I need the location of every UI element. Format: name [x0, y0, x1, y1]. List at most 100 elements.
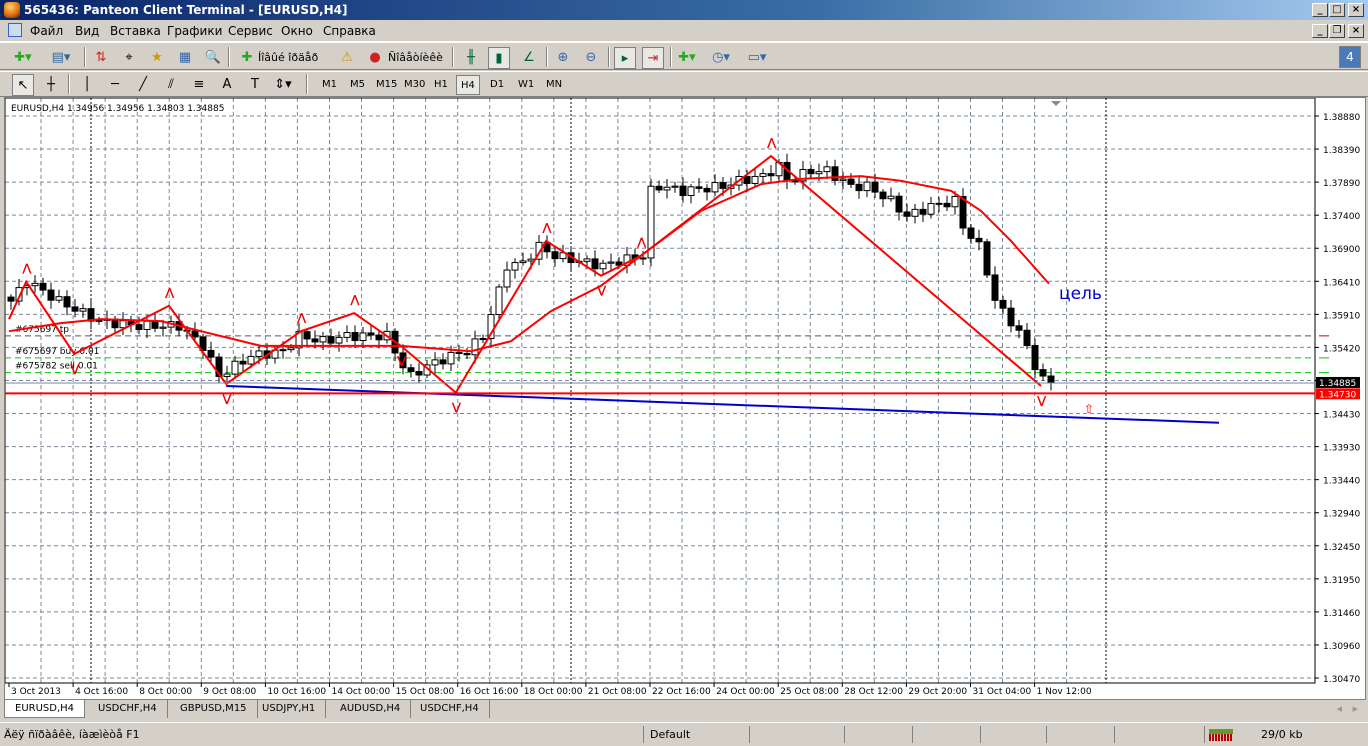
trendline-icon[interactable]: ╱	[132, 74, 154, 96]
timeframe-d1[interactable]: D1	[486, 75, 508, 95]
chart-tab[interactable]: USDJPY,H1	[252, 700, 327, 718]
notifications-badge[interactable]: 4	[1339, 46, 1361, 68]
navigator-icon[interactable]: ★	[146, 47, 168, 69]
arrows-icon[interactable]: ⇕▾	[272, 74, 294, 96]
close-button[interactable]: ×	[1348, 3, 1364, 17]
strategy-tester-icon[interactable]: 🔍	[202, 47, 224, 69]
zoom-out-icon[interactable]: ⊖	[580, 47, 602, 69]
timeframe-m1[interactable]: M1	[318, 75, 341, 95]
status-bar: Äëÿ ñïðàâêè, íàæìèòå F1 Default 29/0 kb	[0, 722, 1368, 744]
timeframe-m30[interactable]: M30	[400, 75, 429, 95]
time-label: 4 Oct 16:00	[75, 687, 128, 697]
experts-icon[interactable]: ●	[364, 47, 386, 69]
price-label: 1.33930	[1323, 444, 1360, 454]
child-close-button[interactable]: ×	[1348, 24, 1364, 38]
text-icon[interactable]: A	[216, 74, 238, 96]
menu-view[interactable]: Вид	[75, 24, 99, 38]
candle-body	[751, 175, 759, 184]
price-label: 1.36900	[1323, 245, 1360, 255]
candle-body	[655, 185, 663, 191]
autoscroll-icon[interactable]: ▸	[614, 47, 636, 69]
price-chart[interactable]: 1.38880 1.38390 1.37890 1.37400 1.36900 1.364…	[5, 98, 1367, 701]
vertical-line-icon[interactable]: │	[76, 74, 98, 96]
text-label-icon[interactable]: T	[244, 74, 266, 96]
chart-shift-icon[interactable]: ⇥	[642, 47, 664, 69]
warning-icon[interactable]: ⚠	[336, 47, 358, 69]
timeframe-h1[interactable]: H1	[430, 75, 452, 95]
market-watch-icon[interactable]: ⇅	[90, 47, 112, 69]
candlestick-icon[interactable]: ▮	[488, 47, 510, 69]
templates-icon[interactable]: ▭▾	[746, 47, 768, 69]
new-order-button[interactable]: Íîâûé îðäåð	[258, 47, 318, 69]
candle-body	[7, 296, 15, 302]
terminal-icon[interactable]: ▦	[174, 47, 196, 69]
chart-tab[interactable]: AUDUSD,H4	[330, 700, 412, 718]
child-minimize-button[interactable]: _	[1312, 24, 1328, 38]
periods-icon[interactable]: ◷▾	[710, 47, 732, 69]
maximize-button[interactable]: □	[1329, 3, 1345, 17]
menu-window[interactable]: Окно	[281, 24, 313, 38]
fibonacci-icon[interactable]: ≡	[188, 74, 210, 96]
cursor-icon[interactable]: ↖	[12, 74, 34, 96]
tab-scroll-left-icon[interactable]: ◂	[1336, 702, 1342, 715]
candle-body	[903, 211, 911, 217]
indicators-icon[interactable]: ✚▾	[676, 47, 698, 69]
price-label: 1.35420	[1323, 344, 1360, 354]
chart-tab[interactable]: GBPUSD,M15	[170, 700, 258, 718]
chart-tab[interactable]: USDCHF,H4	[410, 700, 490, 718]
child-restore-button[interactable]: ❐	[1329, 24, 1345, 38]
target-annotation: цель	[1059, 284, 1102, 304]
zoom-in-icon[interactable]: ⊕	[552, 47, 574, 69]
chart-tabs: EURUSD,H4 USDCHF,H4 GBPUSD,M15 USDJPY,H1 AUD…	[4, 700, 1366, 719]
candle-body	[743, 175, 751, 184]
equidistant-channel-icon[interactable]: ⫽	[160, 74, 182, 96]
menu-charts[interactable]: Графики	[167, 24, 222, 38]
connection-status[interactable]: 29/0 kb	[1204, 726, 1354, 743]
menu-bar: Файл Вид Вставка Графики Сервис Окно Спр…	[0, 20, 1368, 42]
menu-insert[interactable]: Вставка	[110, 24, 161, 38]
menu-tools[interactable]: Сервис	[228, 24, 273, 38]
horizontal-line-icon[interactable]: ─	[104, 74, 126, 96]
price-label: 1.31950	[1323, 576, 1360, 586]
fractal-up-icon: ⋀	[297, 311, 307, 324]
timeframe-mn[interactable]: MN	[542, 75, 566, 95]
timeframe-m15[interactable]: M15	[372, 75, 401, 95]
experts-button[interactable]: Ñîâåòíèêè	[388, 47, 443, 69]
time-label: 14 Oct 00:00	[332, 687, 391, 697]
time-label: 31 Oct 04:00	[973, 687, 1032, 697]
profiles-icon[interactable]: ▤▾	[50, 47, 72, 69]
crosshair-icon[interactable]: ┼	[40, 74, 62, 96]
candle-body	[511, 262, 519, 271]
chart-tab[interactable]: EURUSD,H4	[4, 700, 86, 718]
price-label: 1.37890	[1323, 179, 1360, 189]
candle-body	[919, 208, 927, 215]
candle-body	[1047, 375, 1055, 384]
minimize-button[interactable]: _	[1312, 3, 1328, 17]
timeframe-w1[interactable]: W1	[514, 75, 538, 95]
price-label: 1.33440	[1323, 477, 1360, 487]
chart-tab[interactable]: USDCHF,H4	[88, 700, 168, 718]
fractal-up-icon: ⋀	[767, 136, 777, 149]
connection-bars-icon	[1209, 729, 1233, 741]
chart-doc-icon[interactable]	[8, 23, 22, 37]
chart-window[interactable]: 1.38880 1.38390 1.37890 1.37400 1.36900 1.364…	[4, 97, 1366, 700]
new-order-icon[interactable]: ✚	[236, 47, 258, 69]
bar-chart-icon[interactable]: ╫	[460, 47, 482, 69]
menu-file[interactable]: Файл	[30, 24, 63, 38]
status-help: Äëÿ ñïðàâêè, íàæìèòå F1	[4, 728, 140, 741]
menu-help[interactable]: Справка	[323, 24, 376, 38]
tab-scroll-right-icon[interactable]: ▸	[1352, 702, 1358, 715]
time-label: 22 Oct 16:00	[652, 687, 711, 697]
candle-body	[1031, 345, 1039, 371]
data-window-icon[interactable]: ⌖	[118, 47, 140, 69]
timeframe-m5[interactable]: M5	[346, 75, 369, 95]
candle-body	[687, 186, 695, 197]
time-label: 1 Nov 12:00	[1037, 687, 1092, 697]
line-chart-icon[interactable]: ∠	[518, 47, 540, 69]
candle-body	[767, 173, 775, 177]
timeframe-h4[interactable]: H4	[456, 75, 480, 95]
status-cell	[749, 726, 844, 743]
candle-body	[895, 195, 903, 213]
new-chart-icon[interactable]: ✚▾	[12, 47, 34, 69]
candle-body	[879, 191, 887, 200]
